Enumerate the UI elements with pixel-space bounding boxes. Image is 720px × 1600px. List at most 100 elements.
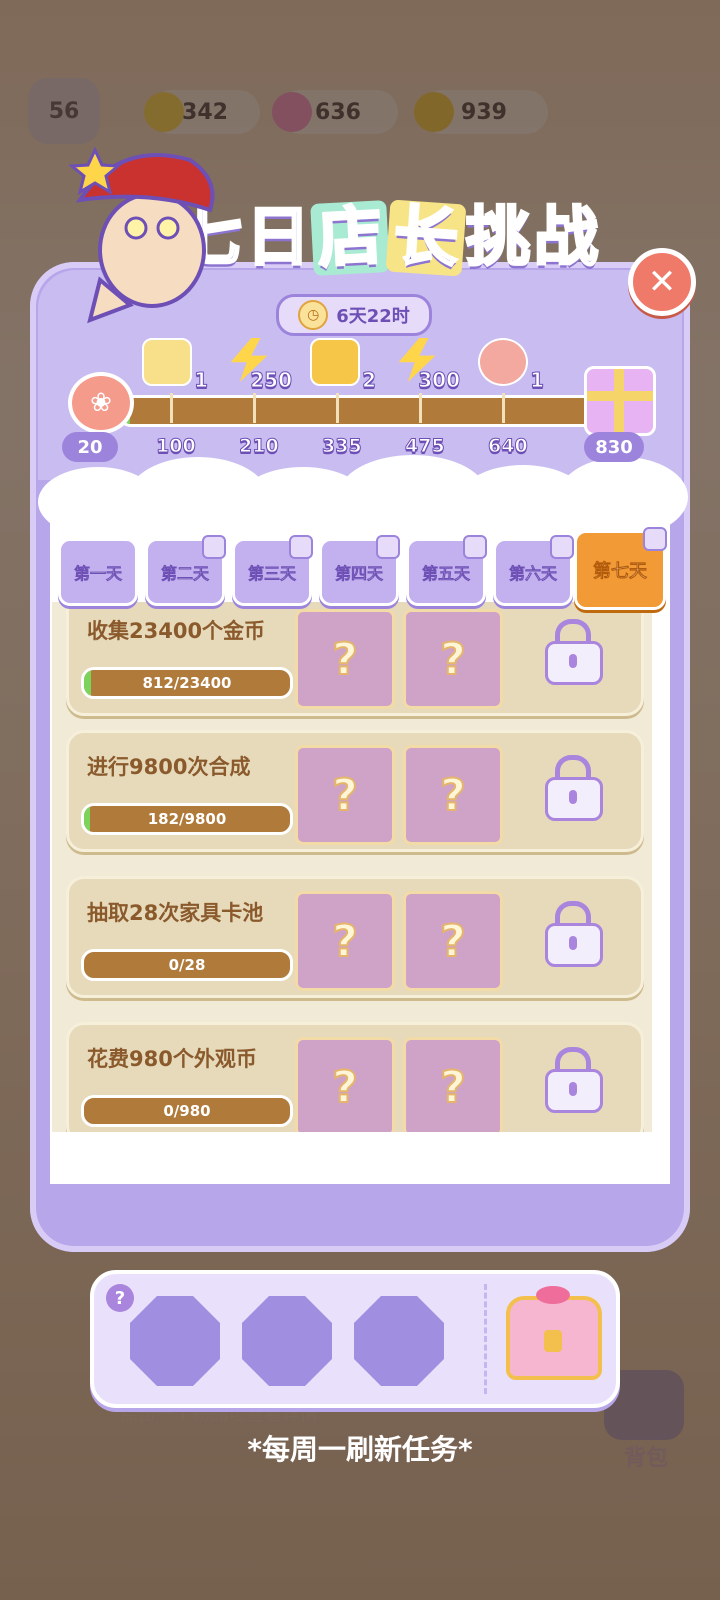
lock-icon [545, 755, 603, 821]
question-mark-icon: ? [331, 769, 358, 822]
task-card: 花费980个外观币 0/980 ? ? [66, 1022, 644, 1132]
tab-label: 第二天 [160, 564, 210, 584]
empty-slot [130, 1296, 220, 1386]
task-progress-text: 0/980 [163, 1102, 211, 1120]
milestone-value: 335 [322, 435, 363, 458]
title-char: 战 [533, 201, 600, 275]
lock-icon [463, 535, 487, 559]
cake-box-icon [142, 338, 192, 386]
progress-start-value: 20 [62, 432, 118, 462]
progress-tick [502, 393, 505, 423]
tab-day-1[interactable]: 第一天 [58, 538, 138, 606]
mystery-reward[interactable]: ? [295, 1037, 395, 1132]
tab-day-2[interactable]: 第二天 [145, 535, 226, 606]
lock-icon [545, 619, 603, 685]
task-title: 抽取28次家具卡池 [87, 901, 264, 925]
milestone-value: 640 [488, 435, 529, 458]
bow-icon [536, 1286, 570, 1304]
help-button[interactable]: ? [106, 1284, 134, 1312]
task-progress-text: 182/9800 [147, 810, 227, 828]
cat-mascot-icon [68, 146, 215, 324]
day-tabs: 第一天 第二天 第三天 第四天 第五天 第六天 第七天 [58, 527, 674, 610]
mystery-reward[interactable]: ? [295, 745, 395, 845]
close-button[interactable]: ✕ [628, 248, 696, 316]
milestone-reward-1[interactable]: 1 [138, 338, 208, 393]
question-mark-icon: ? [439, 769, 466, 822]
empty-slot [354, 1296, 444, 1386]
mystery-reward[interactable]: ? [403, 745, 503, 845]
question-mark-icon: ? [439, 1061, 466, 1114]
tab-day-3[interactable]: 第三天 [232, 535, 313, 606]
reward-count: 2 [362, 368, 377, 393]
countdown-timer: ◷ 6天22时 [276, 294, 432, 336]
empty-slot [242, 1296, 332, 1386]
mystery-reward[interactable]: ? [295, 891, 395, 991]
milestone-reward-3[interactable]: 2 [306, 338, 376, 393]
lock-icon [545, 1047, 603, 1113]
tab-label: 第六天 [508, 564, 558, 584]
milestone-value: 475 [405, 435, 446, 458]
progress-tick [253, 393, 256, 423]
treasure-chest-icon[interactable] [506, 1286, 602, 1380]
weekly-chest-bar: ? [90, 1270, 620, 1408]
lock-icon [289, 535, 313, 559]
lock-icon [376, 535, 400, 559]
task-card: 进行9800次合成 182/9800 ? ? [66, 730, 644, 852]
task-card: 收集23400个金币 812/23400 ? ? [66, 602, 644, 716]
close-icon: ✕ [647, 262, 677, 302]
tab-label: 第七天 [593, 561, 648, 583]
tab-day-6[interactable]: 第六天 [493, 535, 574, 606]
mystery-reward[interactable]: ? [403, 891, 503, 991]
timer-text: 6天22时 [336, 306, 410, 327]
title-char: 挑 [465, 201, 532, 275]
milestone-reward-5[interactable]: 1 [474, 338, 544, 393]
mystery-reward[interactable]: ? [295, 609, 395, 709]
task-title: 收集23400个金币 [87, 619, 266, 643]
tab-day-4[interactable]: 第四天 [319, 535, 400, 606]
chest-lock-icon [544, 1330, 562, 1352]
mystery-reward[interactable]: ? [403, 1037, 503, 1132]
lock-icon [545, 901, 603, 967]
question-mark-icon: ? [331, 633, 358, 686]
task-progress-bar: 812/23400 [81, 667, 293, 699]
progress-tick [336, 393, 339, 423]
question-mark-icon: ? [439, 633, 466, 686]
tab-label: 第五天 [421, 564, 471, 584]
milestone-final-value: 830 [584, 432, 644, 462]
tab-label: 第三天 [247, 564, 297, 584]
milestone-value: 210 [239, 435, 280, 458]
task-title: 花费980个外观币 [87, 1047, 257, 1071]
clock-icon: ◷ [298, 300, 329, 330]
milestone-reward-2[interactable]: 250 [222, 338, 292, 393]
lock-icon [202, 535, 226, 559]
reward-count: 300 [418, 368, 461, 393]
paw-icon: ❀ [68, 372, 134, 434]
task-list[interactable]: 收集23400个金币 812/23400 ? ? 进行9800次合成 182/9… [52, 602, 652, 1132]
question-mark-icon: ? [331, 915, 358, 968]
tab-day-5[interactable]: 第五天 [406, 535, 487, 606]
reward-count: 1 [194, 368, 209, 393]
progress-tick [170, 393, 173, 423]
task-progress-text: 812/23400 [142, 674, 232, 692]
tab-day-7[interactable]: 第七天 [574, 527, 667, 610]
lock-icon [643, 527, 667, 551]
question-mark-icon: ? [439, 915, 466, 968]
gift-box-icon [310, 338, 360, 386]
title-char: 日 [245, 201, 312, 275]
title-char: 长 [385, 197, 467, 279]
task-progress-bar: 0/980 [81, 1095, 293, 1127]
title-char: 店 [310, 198, 390, 278]
reward-count: 250 [250, 368, 293, 393]
question-mark-icon: ? [331, 1061, 358, 1114]
milestone-reward-4[interactable]: 300 [390, 338, 460, 393]
task-progress-bar: 0/28 [81, 949, 293, 981]
help-icon: ? [114, 1287, 126, 1309]
mystery-reward[interactable]: ? [403, 609, 503, 709]
milestone-value: 100 [156, 435, 197, 458]
task-progress-bar: 182/9800 [81, 803, 293, 835]
panel-footer-bg [38, 1184, 682, 1244]
task-title: 进行9800次合成 [87, 755, 251, 779]
dessert-icon [478, 338, 528, 386]
reward-count: 1 [530, 368, 545, 393]
final-gift-icon[interactable] [584, 366, 656, 436]
